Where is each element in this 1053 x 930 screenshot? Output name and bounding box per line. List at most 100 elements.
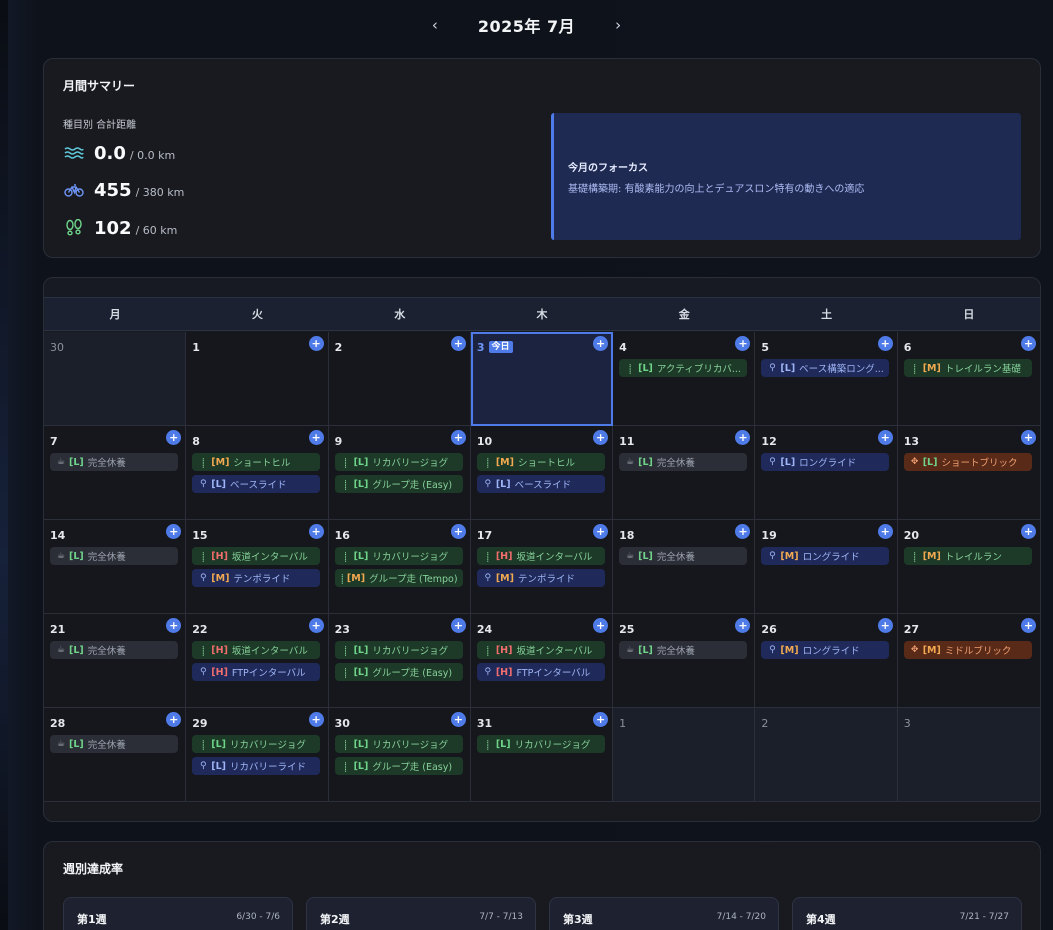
workout-event-run[interactable]: ⸽ [L] リカバリージョグ: [334, 453, 463, 471]
workout-event-bike[interactable]: ⚲ [M] テンポライド: [476, 569, 605, 587]
calendar-day[interactable]: 6 + ⸽ [M] トレイルラン基礎: [897, 332, 1040, 426]
calendar-day[interactable]: 7 + ☕ [L] 完全休養: [44, 426, 187, 520]
week-card[interactable]: 第4週 7/21 - 7/27: [792, 897, 1022, 930]
add-workout-button[interactable]: +: [877, 430, 893, 445]
workout-event-run[interactable]: ⸽ [L] リカバリージョグ: [334, 735, 463, 753]
calendar-day[interactable]: 24 + ⸽ [H] 坂道インターバル ⚲ [H] FTPインターバル: [470, 614, 614, 708]
calendar-day[interactable]: 15 + ⸽ [H] 坂道インターバル ⚲ [M] テンポライド: [186, 520, 329, 614]
add-workout-button[interactable]: +: [1021, 524, 1036, 539]
workout-event-rest[interactable]: ☕ [L] 完全休養: [50, 547, 178, 565]
calendar-day[interactable]: 18 + ☕ [L] 完全休養: [613, 520, 756, 614]
calendar-day[interactable]: 14 + ☕ [L] 完全休養: [44, 520, 187, 614]
workout-event-run[interactable]: ⸽ [H] 坂道インターバル: [476, 641, 605, 659]
calendar-day[interactable]: 21 + ☕ [L] 完全休養: [44, 614, 187, 708]
workout-event-bike[interactable]: ⚲ [L] ベースライド: [476, 475, 605, 493]
workout-event-run[interactable]: ⸽ [H] 坂道インターバル: [192, 547, 321, 565]
workout-event-bike[interactable]: ⚲ [L] ベースライド: [192, 475, 321, 493]
add-workout-button[interactable]: +: [450, 524, 466, 539]
next-month-button[interactable]: ›: [609, 16, 627, 34]
calendar-day[interactable]: 27 + ✥ [M] ミドルブリック: [897, 614, 1040, 708]
add-workout-button[interactable]: +: [308, 430, 324, 445]
workout-event-bike[interactable]: ⚲ [L] リカバリーライド: [192, 757, 321, 775]
calendar-day[interactable]: 30: [44, 332, 187, 426]
calendar-day[interactable]: 1: [613, 708, 756, 802]
calendar-day[interactable]: 3: [897, 708, 1040, 802]
add-workout-button[interactable]: +: [450, 430, 466, 445]
add-workout-button[interactable]: +: [450, 712, 466, 727]
calendar-day[interactable]: 19 + ⚲ [M] ロングライド: [755, 520, 898, 614]
workout-event-bike[interactable]: ⚲ [M] ロングライド: [761, 547, 890, 565]
week-card[interactable]: 第1週 6/30 - 7/6: [63, 897, 293, 930]
workout-event-bike[interactable]: ⚲ [M] テンポライド: [192, 569, 321, 587]
workout-event-run[interactable]: ⸽ [L] アクティブリカバ...: [619, 359, 748, 377]
workout-event-run[interactable]: ⸽ [L] リカバリージョグ: [334, 641, 463, 659]
workout-event-bike[interactable]: ⚲ [H] FTPインターバル: [476, 663, 605, 681]
workout-event-run[interactable]: ⸽ [M] トレイルラン: [903, 547, 1032, 565]
workout-event-run[interactable]: ⸽ [L] グループ走 (Easy): [334, 663, 463, 681]
calendar-day[interactable]: 29 + ⸽ [L] リカバリージョグ ⚲ [L] リカバリーライド: [186, 708, 329, 802]
workout-event-rest[interactable]: ☕ [L] 完全休養: [50, 735, 178, 753]
calendar-day[interactable]: 11 + ☕ [L] 完全休養: [613, 426, 756, 520]
calendar-day[interactable]: 5 + ⚲ [L] ベース構築ロング...: [755, 332, 898, 426]
week-card[interactable]: 第2週 7/7 - 7/13: [306, 897, 536, 930]
workout-event-rest[interactable]: ☕ [L] 完全休養: [619, 453, 748, 471]
workout-event-rest[interactable]: ☕ [L] 完全休養: [50, 453, 178, 471]
workout-event-run[interactable]: ⸽ [L] リカバリージョグ: [334, 547, 463, 565]
workout-event-rest[interactable]: ☕ [L] 完全休養: [50, 641, 178, 659]
workout-event-rest[interactable]: ☕ [L] 完全休養: [619, 641, 748, 659]
workout-event-bike[interactable]: ⚲ [H] FTPインターバル: [192, 663, 321, 681]
workout-event-brick[interactable]: ✥ [M] ミドルブリック: [903, 641, 1032, 659]
workout-event-run[interactable]: ⸽ [H] 坂道インターバル: [476, 547, 605, 565]
workout-event-run[interactable]: ⸽ [L] リカバリージョグ: [192, 735, 321, 753]
calendar-day[interactable]: 2: [755, 708, 898, 802]
add-workout-button[interactable]: +: [1021, 336, 1036, 351]
week-card[interactable]: 第3週 7/14 - 7/20: [549, 897, 779, 930]
workout-event-rest[interactable]: ☕ [L] 完全休養: [619, 547, 748, 565]
workout-event-run[interactable]: ⸽ [M] ショートヒル: [476, 453, 605, 471]
calendar-day-today[interactable]: 3 今日 +: [470, 332, 614, 426]
workout-event-run[interactable]: ⸽ [M] グループ走 (Tempo): [334, 569, 463, 587]
calendar-day[interactable]: 9 + ⸽ [L] リカバリージョグ ⸽ [L] グループ走 (Easy): [328, 426, 471, 520]
workout-event-bike[interactable]: ⚲ [L] ベース構築ロング...: [761, 359, 890, 377]
workout-event-run[interactable]: ⸽ [H] 坂道インターバル: [192, 641, 321, 659]
workout-event-run[interactable]: ⸽ [L] グループ走 (Easy): [334, 475, 463, 493]
intensity-level: [L]: [211, 760, 227, 772]
add-workout-button[interactable]: +: [308, 524, 324, 539]
add-workout-button[interactable]: +: [308, 618, 324, 633]
calendar-day[interactable]: 28 + ☕ [L] 完全休養: [44, 708, 187, 802]
workout-event-run[interactable]: ⸽ [M] トレイルラン基礎: [903, 359, 1032, 377]
calendar-day[interactable]: 26 + ⚲ [M] ロングライド: [755, 614, 898, 708]
calendar-day[interactable]: 1 +: [186, 332, 329, 426]
calendar-day[interactable]: 10 + ⸽ [M] ショートヒル ⚲ [L] ベースライド: [470, 426, 614, 520]
add-workout-button[interactable]: +: [1021, 618, 1036, 633]
workout-event-bike[interactable]: ⚲ [M] ロングライド: [761, 641, 890, 659]
calendar-day[interactable]: 17 + ⸽ [H] 坂道インターバル ⚲ [M] テンポライド: [470, 520, 614, 614]
calendar-day[interactable]: 4 + ⸽ [L] アクティブリカバ...: [613, 332, 756, 426]
calendar-day[interactable]: 8 + ⸽ [M] ショートヒル ⚲ [L] ベースライド: [186, 426, 329, 520]
calendar-day[interactable]: 22 + ⸽ [H] 坂道インターバル ⚲ [H] FTPインターバル: [186, 614, 329, 708]
calendar-day[interactable]: 2 +: [328, 332, 471, 426]
calendar-day[interactable]: 23 + ⸽ [L] リカバリージョグ ⸽ [L] グループ走 (Easy): [328, 614, 471, 708]
add-workout-button[interactable]: +: [450, 336, 466, 351]
calendar-day[interactable]: 20 + ⸽ [M] トレイルラン: [897, 520, 1040, 614]
calendar-day[interactable]: 25 + ☕ [L] 完全休養: [613, 614, 756, 708]
add-workout-button[interactable]: +: [308, 712, 324, 727]
calendar-day[interactable]: 13 + ✥ [L] ショートブリック: [897, 426, 1040, 520]
workout-event-brick[interactable]: ✥ [L] ショートブリック: [903, 453, 1032, 471]
add-workout-button[interactable]: +: [877, 618, 893, 633]
workout-event-bike[interactable]: ⚲ [L] ロングライド: [761, 453, 890, 471]
calendar-day[interactable]: 31 + ⸽ [L] リカバリージョグ: [470, 708, 614, 802]
add-workout-button[interactable]: +: [1021, 430, 1036, 445]
calendar-day[interactable]: 12 + ⚲ [L] ロングライド: [755, 426, 898, 520]
workout-event-run[interactable]: ⸽ [M] ショートヒル: [192, 453, 321, 471]
add-workout-button[interactable]: +: [308, 336, 324, 351]
add-workout-button[interactable]: +: [877, 524, 893, 539]
add-workout-button[interactable]: +: [450, 618, 466, 633]
calendar-day[interactable]: 16 + ⸽ [L] リカバリージョグ ⸽ [M] グループ走 (Tempo): [328, 520, 471, 614]
prev-month-button[interactable]: ‹: [426, 16, 444, 34]
workout-event-run[interactable]: ⸽ [L] グループ走 (Easy): [334, 757, 463, 775]
calendar-day[interactable]: 30 + ⸽ [L] リカバリージョグ ⸽ [L] グループ走 (Easy): [328, 708, 471, 802]
intensity-level: [L]: [353, 666, 369, 678]
workout-event-run[interactable]: ⸽ [L] リカバリージョグ: [476, 735, 605, 753]
add-workout-button[interactable]: +: [877, 336, 893, 351]
